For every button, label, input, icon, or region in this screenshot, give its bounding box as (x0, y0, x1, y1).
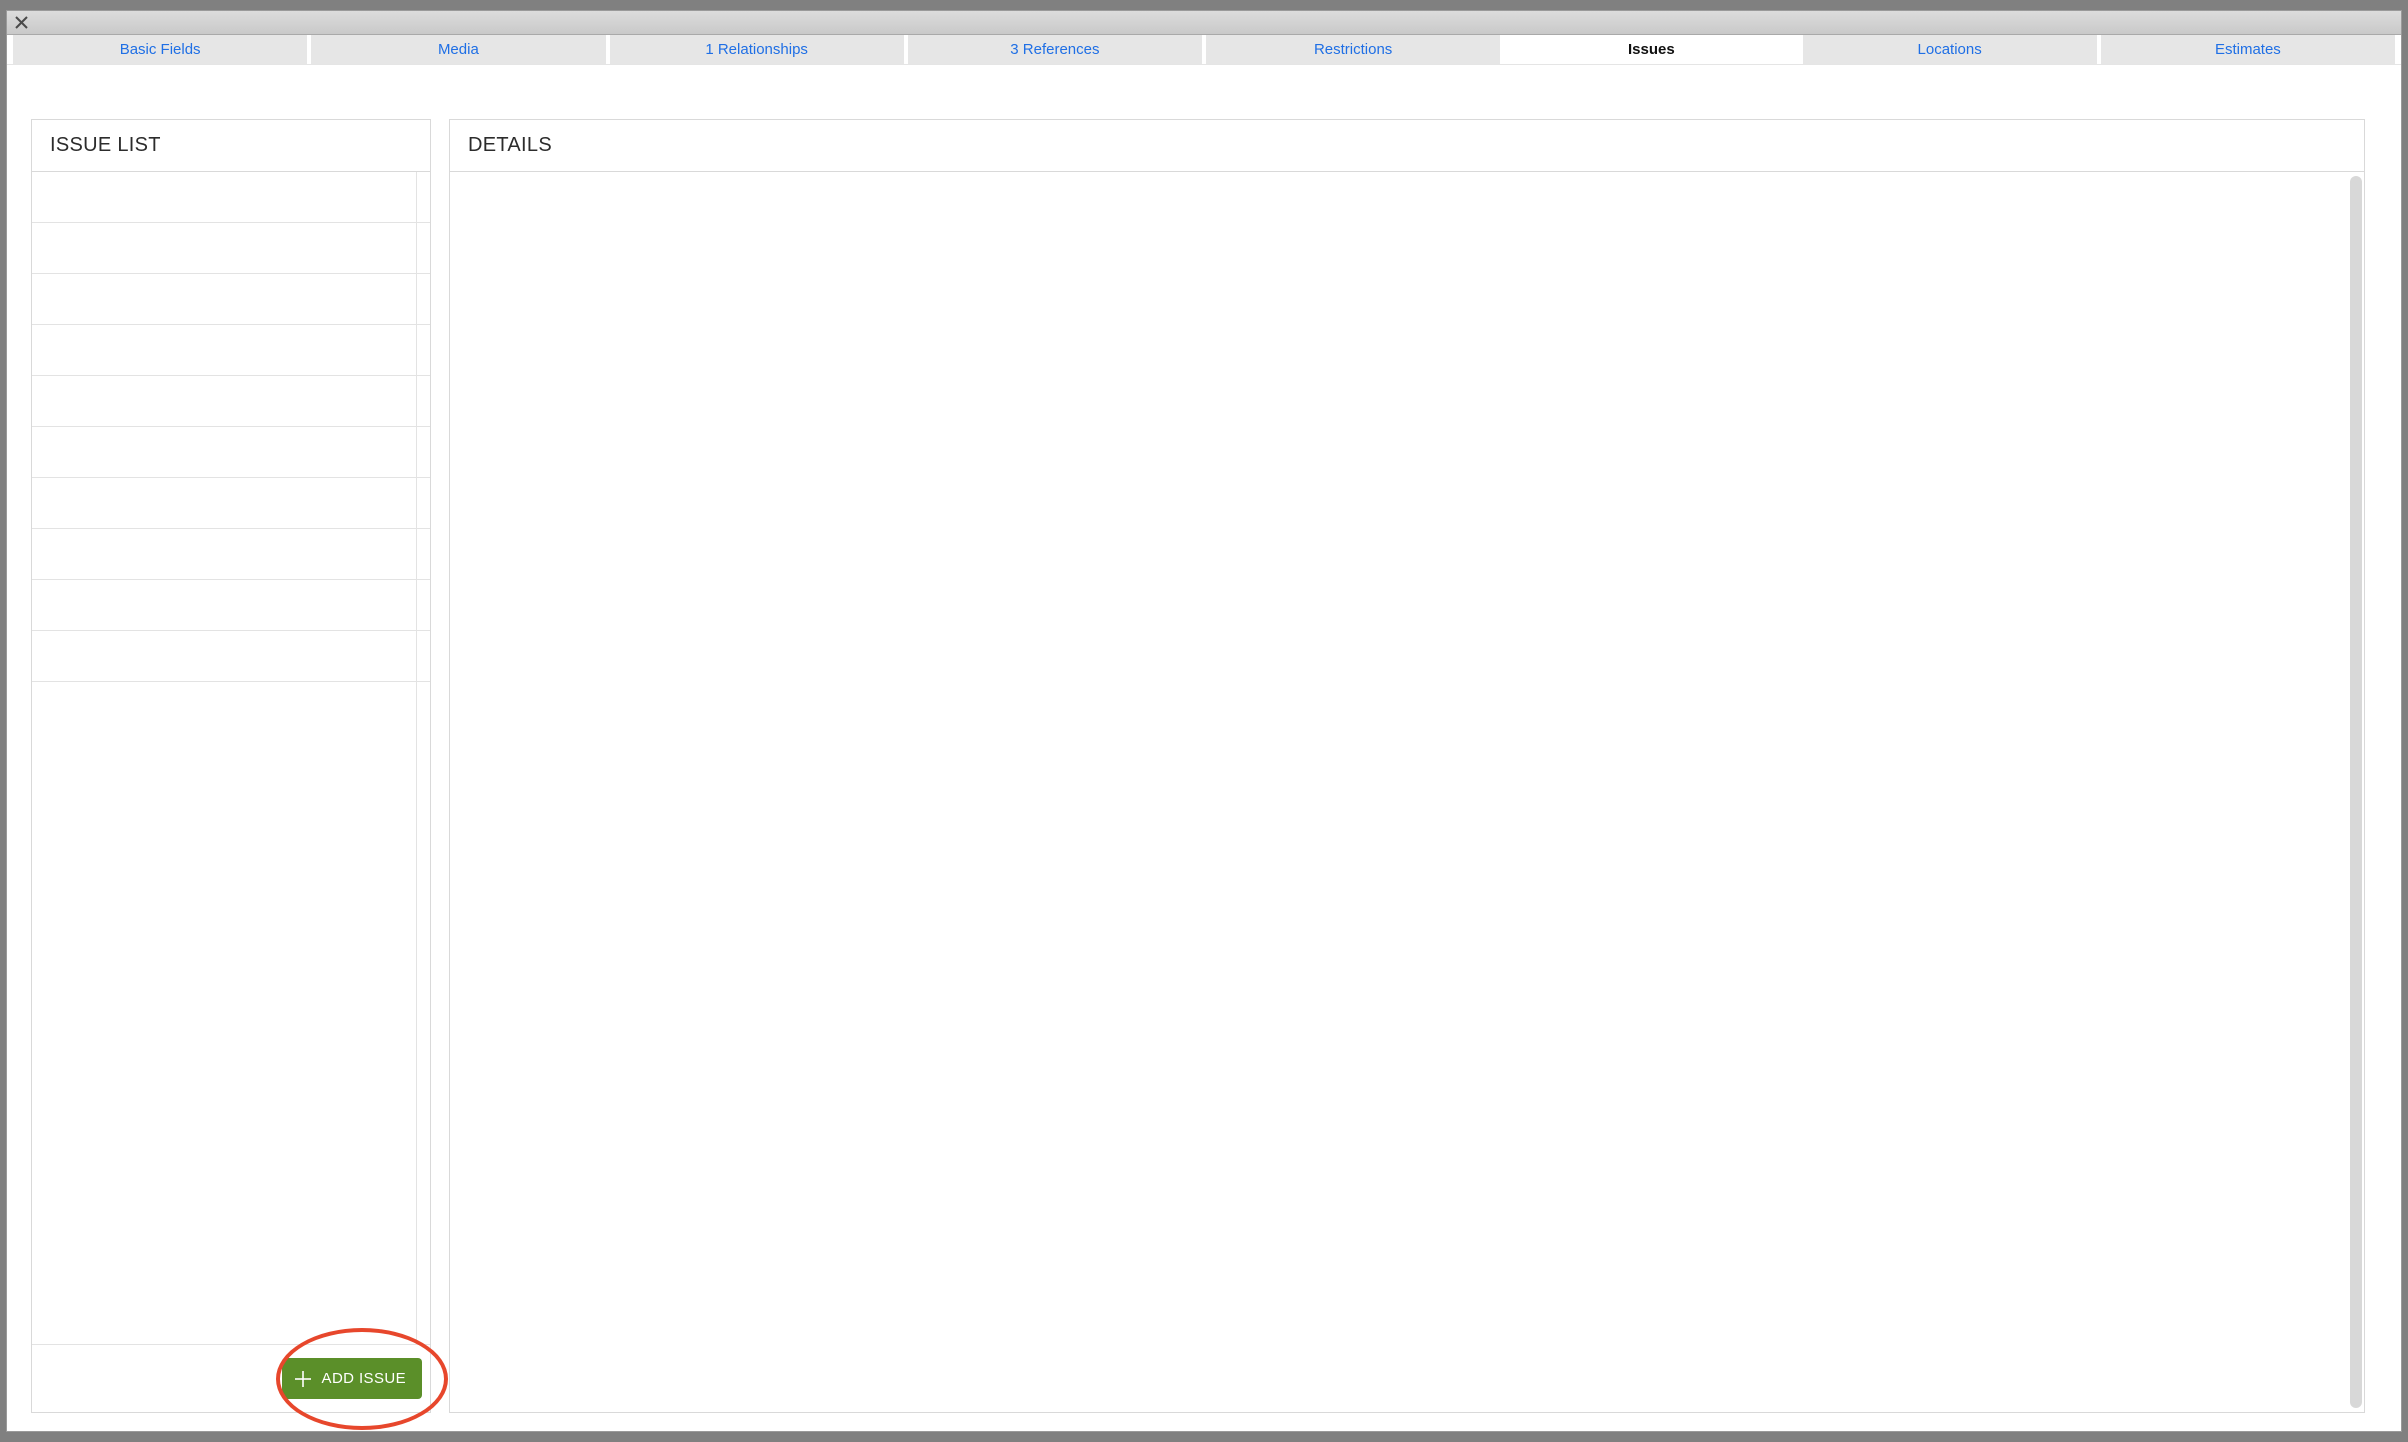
tab-issues[interactable]: Issues (1504, 35, 1798, 64)
issue-row[interactable] (32, 529, 430, 580)
issue-list-title: ISSUE LIST (32, 120, 430, 172)
tabstrip: Basic FieldsMedia1 Relationships3 Refere… (7, 35, 2401, 65)
issue-row[interactable] (32, 172, 430, 223)
issue-list-scrollbar[interactable] (416, 172, 430, 1344)
issue-list-footer: ADD ISSUE (32, 1344, 430, 1412)
issue-row[interactable] (32, 631, 430, 682)
app-shell: Basic FieldsMedia1 Relationships3 Refere… (6, 10, 2402, 1432)
tab-1-relationships[interactable]: 1 Relationships (610, 35, 904, 64)
issue-row[interactable] (32, 376, 430, 427)
issue-row[interactable] (32, 274, 430, 325)
issue-row[interactable] (32, 325, 430, 376)
tab-restrictions[interactable]: Restrictions (1206, 35, 1500, 64)
issue-row[interactable] (32, 580, 430, 631)
close-icon[interactable] (15, 16, 28, 29)
plus-icon (294, 1370, 312, 1388)
issue-row[interactable] (32, 427, 430, 478)
add-issue-label: ADD ISSUE (322, 1370, 406, 1387)
details-scrollbar[interactable] (2350, 176, 2362, 1408)
details-body (450, 172, 2364, 1412)
tab-3-references[interactable]: 3 References (908, 35, 1202, 64)
add-issue-button[interactable]: ADD ISSUE (282, 1358, 422, 1399)
issue-list-panel: ISSUE LIST (31, 119, 431, 1413)
tab-basic-fields[interactable]: Basic Fields (13, 35, 307, 64)
issue-row[interactable] (32, 478, 430, 529)
details-panel: DETAILS (449, 119, 2365, 1413)
tab-locations[interactable]: Locations (1803, 35, 2097, 64)
titlebar (7, 11, 2401, 35)
content-inner: ISSUE LIST (31, 119, 2365, 1413)
details-title: DETAILS (450, 120, 2364, 172)
issue-list-body (32, 172, 430, 1344)
tab-estimates[interactable]: Estimates (2101, 35, 2395, 64)
content-area: ISSUE LIST (7, 65, 2401, 1431)
tab-media[interactable]: Media (311, 35, 605, 64)
issue-row[interactable] (32, 223, 430, 274)
